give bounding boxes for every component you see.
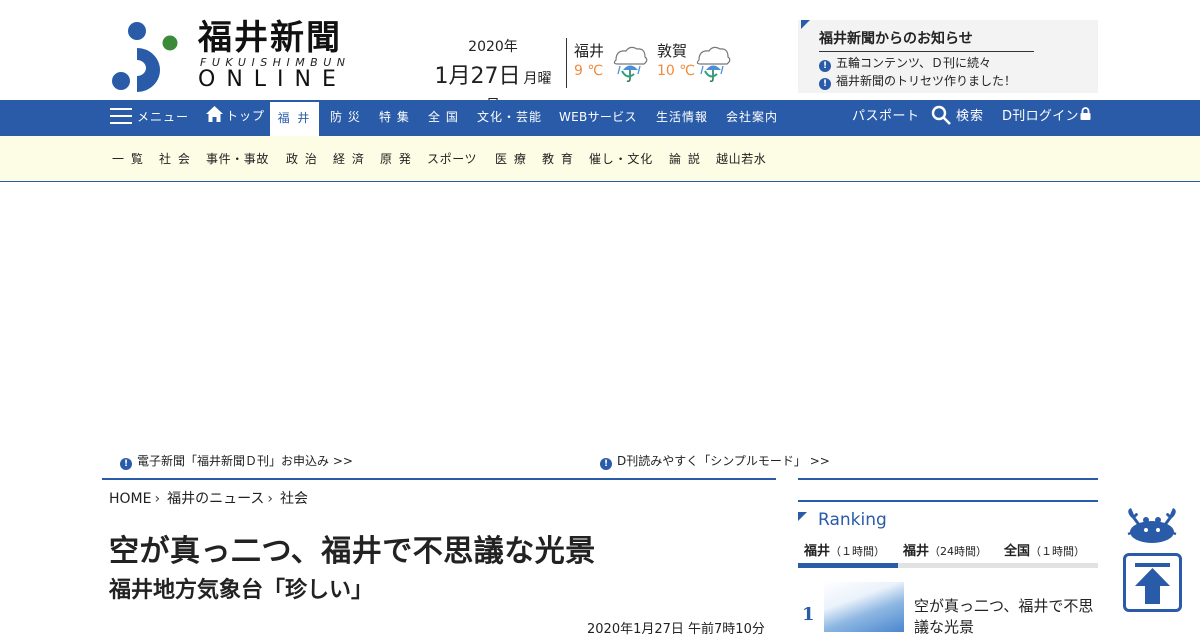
menu-label: メニュー (137, 110, 190, 124)
subnav-item[interactable]: 一 覧 (112, 136, 144, 182)
chevron-right-icon: › (154, 491, 161, 507)
nav-item-culture[interactable]: 文化・芸能 (477, 100, 542, 136)
ranking-panel: Ranking 福井（１時間） 福井（24時間） 全国（１時間） 1 空が真っ二… (798, 478, 1098, 636)
corner-marker-icon (801, 20, 810, 29)
tab-period: （１時間） (830, 545, 886, 558)
tab-fukui[interactable]: 福 井 (270, 102, 319, 136)
promo-link-dkan[interactable]: ! 電子新聞「福井新聞Ｄ刊」お申込み >> (120, 452, 353, 470)
breadcrumb-home[interactable]: HOME (109, 491, 151, 507)
subnav-item[interactable]: 政 治 (286, 136, 318, 182)
article-subheadline: 福井地方気象台「珍しい」 (109, 578, 374, 603)
ranking-tab-zenkoku-1h[interactable]: 全国（１時間） (1004, 540, 1085, 559)
search-label: 検索 (956, 109, 985, 124)
subnav-item[interactable]: 医 療 (495, 136, 527, 182)
divider (798, 500, 1098, 502)
site-header: 福井新聞 FUKUISHIMBUN ONLINE 2020年 1月27日月曜日 … (0, 0, 1200, 113)
date-year: 2020年 (468, 39, 518, 55)
login-label: D刊ログイン (1002, 109, 1079, 124)
subnav-item[interactable]: 原 発 (380, 136, 412, 182)
nav-item-seikatsu[interactable]: 生活情報 (656, 100, 708, 136)
divider (798, 478, 1098, 480)
notice-box: 福井新聞からのお知らせ ! 五輪コンテンツ、Ｄ刊に続々 ! 福井新聞のトリセツ作りま… (798, 20, 1098, 93)
ranking-item-title[interactable]: 空が真っ二つ、福井で不思議な光景 (914, 596, 1098, 638)
corner-marker-icon (798, 512, 807, 521)
sub-nav: 一 覧 社 会 事件・事故 政 治 経 済 原 発 スポーツ 医 療 教 育 催… (0, 136, 1200, 182)
subnav-item[interactable]: 催し・文化 (589, 136, 653, 182)
subnav-item[interactable]: スポーツ (427, 136, 477, 182)
arrow-up-icon (1135, 563, 1170, 604)
info-icon: ! (819, 78, 831, 90)
tab-period: （１時間） (1030, 545, 1086, 558)
tab-label: 福井 (804, 544, 831, 559)
subnav-item[interactable]: 越山若水 (716, 136, 766, 182)
weather-temp: 10 ℃ (657, 63, 695, 79)
ranking-thumbnail[interactable] (824, 582, 904, 632)
hamburger-icon (110, 108, 132, 124)
subnav-item[interactable]: 事件・事故 (206, 136, 269, 182)
notice-link-text: 福井新聞のトリセツ作りました！ (836, 74, 1017, 88)
back-to-top-button[interactable] (1123, 553, 1182, 612)
subnav-item[interactable]: 経 済 (333, 136, 365, 182)
rain-umbrella-icon (696, 46, 731, 83)
subnav-item[interactable]: 教 育 (542, 136, 574, 182)
breadcrumb-category[interactable]: 福井のニュース (167, 491, 264, 507)
info-icon: ! (819, 60, 831, 72)
tab-active-indicator (798, 563, 898, 568)
main-nav: メニュー トップ 福 井 防 災 特 集 全 国 文化・芸能 WEBサービス 生… (0, 100, 1200, 136)
ranking-number: 1 (802, 604, 815, 625)
nav-item-webservice[interactable]: WEBサービス (559, 100, 637, 136)
crab-mascot-icon (1127, 508, 1177, 543)
nav-top[interactable]: トップ (206, 100, 265, 136)
promo-text: D刊読みやすく「シンプルモード」 >> (617, 454, 830, 468)
weather-fukui[interactable]: 福井 9 ℃ (574, 40, 648, 83)
login-link[interactable]: D刊ログイン (1002, 100, 1091, 136)
weather-tsuruga[interactable]: 敦賀 10 ℃ (657, 40, 731, 83)
tab-label: 福井 (903, 544, 930, 559)
article-date: 2020年1月27日 午前7時10分 (587, 622, 765, 637)
info-icon: ! (120, 458, 132, 470)
article-headline: 空が真っ二つ、福井で不思議な光景 (109, 534, 596, 569)
notice-title: 福井新聞からのお知らせ (819, 28, 1034, 52)
nav-item-tokushu[interactable]: 特 集 (379, 100, 410, 136)
nav-top-label: トップ (226, 109, 266, 123)
ranking-tab-fukui-1h[interactable]: 福井（１時間） (804, 540, 885, 559)
tab-label: 全国 (1004, 544, 1031, 559)
home-icon (206, 106, 223, 122)
notice-link-text: 五輪コンテンツ、Ｄ刊に続々 (836, 56, 992, 70)
notice-link[interactable]: ! 福井新聞のトリセツ作りました！ (819, 72, 1016, 90)
search-button[interactable]: 検索 (931, 100, 984, 136)
search-icon (931, 105, 951, 125)
ranking-title: Ranking (818, 510, 887, 530)
menu-button[interactable]: メニュー (110, 100, 189, 136)
breadcrumb-current[interactable]: 社会 (280, 491, 308, 507)
weather-temp: 9 ℃ (574, 63, 604, 79)
weather-city: 敦賀 (657, 42, 688, 60)
logo-title: 福井新聞 (198, 18, 342, 58)
promo-text: 電子新聞「福井新聞Ｄ刊」お申込み >> (137, 454, 353, 468)
info-icon: ! (600, 458, 612, 470)
rain-umbrella-icon (613, 46, 648, 83)
logo-online: ONLINE (198, 67, 347, 92)
tab-period: （24時間） (929, 545, 988, 558)
promo-link-simple[interactable]: ! D刊読みやすく「シンプルモード」 >> (600, 452, 830, 470)
divider (102, 478, 776, 480)
subnav-item[interactable]: 社 会 (159, 136, 191, 182)
nav-item-bousai[interactable]: 防 災 (330, 100, 361, 136)
ranking-tab-fukui-24h[interactable]: 福井（24時間） (903, 540, 987, 559)
logo-mark-icon (112, 22, 178, 92)
passport-link[interactable]: パスポート (852, 100, 920, 136)
subnav-item[interactable]: 論 説 (669, 136, 701, 182)
date-day-text: 1月27日 (434, 64, 521, 89)
site-logo[interactable]: 福井新聞 FUKUISHIMBUN ONLINE (110, 18, 360, 93)
nav-item-zenkoku[interactable]: 全 国 (428, 100, 459, 136)
weather-city: 福井 (574, 42, 605, 60)
nav-item-company[interactable]: 会社案内 (726, 100, 778, 136)
divider (566, 38, 567, 88)
notice-link[interactable]: ! 五輪コンテンツ、Ｄ刊に続々 (819, 54, 991, 72)
breadcrumb: HOME › 福井のニュース › 社会 (109, 488, 308, 508)
lock-icon (1080, 107, 1091, 120)
chevron-right-icon: › (267, 491, 274, 507)
